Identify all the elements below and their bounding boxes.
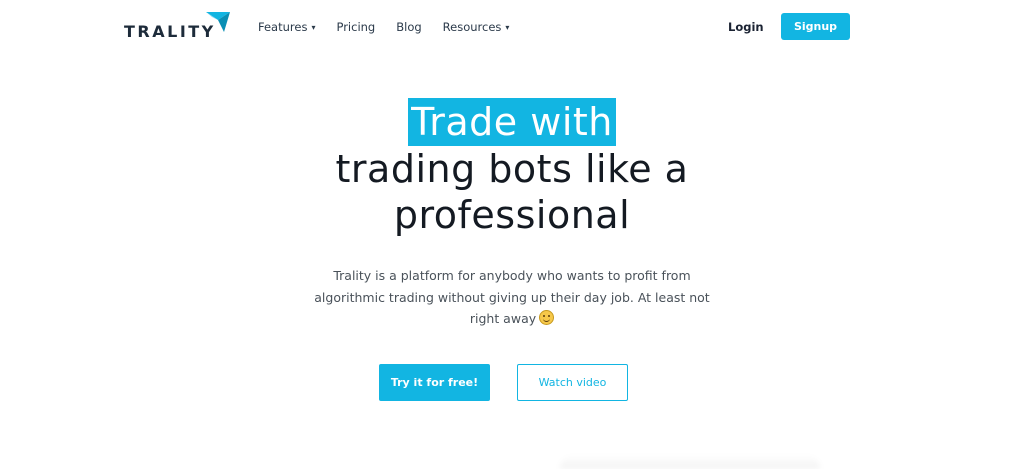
nav-item-label: Blog xyxy=(396,20,422,34)
hero-title-highlight: Trade with xyxy=(408,98,616,146)
nav-item-resources[interactable]: Resources ▾ xyxy=(443,20,510,34)
brand-name: TRALITY xyxy=(124,22,216,41)
nav-item-label: Resources xyxy=(442,20,502,34)
main-nav: Features ▾ Pricing Blog Resources ▾ xyxy=(258,20,530,34)
brand-logo[interactable]: TRALITY xyxy=(124,12,230,41)
nav-item-features[interactable]: Features ▾ xyxy=(258,20,315,34)
chevron-down-icon: ▾ xyxy=(311,22,316,32)
winking-face-icon xyxy=(539,310,555,325)
login-link[interactable]: Login xyxy=(728,20,764,34)
hero-section: Trade with trading bots like a professio… xyxy=(0,98,1024,238)
content-card-shadow xyxy=(560,455,820,469)
nav-item-label: Features xyxy=(258,20,308,34)
hero-description-text: Trality is a platform for anybody who wa… xyxy=(314,268,710,326)
hero-title: Trade with trading bots like a professio… xyxy=(0,98,1024,238)
try-free-button[interactable]: Try it for free! xyxy=(379,364,490,401)
trality-mark-icon xyxy=(206,12,230,32)
chevron-down-icon: ▾ xyxy=(505,22,510,32)
watch-video-button[interactable]: Watch video xyxy=(517,364,628,401)
nav-item-label: Pricing xyxy=(336,20,376,34)
top-navbar: TRALITY Features ▾ Pricing Blog Resource… xyxy=(0,0,1024,54)
hero-description: Trality is a platform for anybody who wa… xyxy=(312,265,712,330)
signup-button[interactable]: Signup xyxy=(781,13,850,40)
nav-item-pricing[interactable]: Pricing xyxy=(336,20,375,34)
hero-title-line: trading bots like a xyxy=(335,147,689,191)
hero-title-line: professional xyxy=(393,193,631,237)
nav-item-blog[interactable]: Blog xyxy=(396,20,421,34)
